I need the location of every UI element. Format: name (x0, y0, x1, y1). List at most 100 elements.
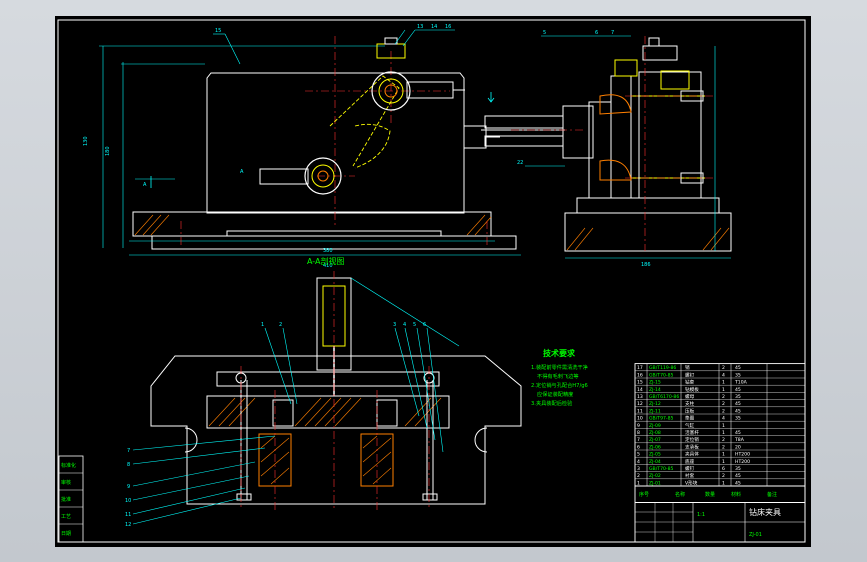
bom-cell-qty: 2 (722, 401, 725, 407)
bom-cell-qty: 2 (722, 437, 725, 443)
bom-cell-name: 底座 (685, 458, 695, 465)
bom-cell-code: ZJ-07 (649, 437, 661, 443)
bom-cell-qty: 2 (722, 408, 725, 414)
tech-req-line: 2.定位销与孔配合H7/g6 (531, 381, 588, 389)
bom-cell-no: 7 (637, 437, 640, 443)
tech-req-title: 技术要求 (543, 348, 576, 358)
bom-cell-name: 气缸 (685, 422, 695, 429)
bom-cell-code: GB/T97-85 (649, 416, 673, 422)
bom-cell-no: 5 (637, 452, 640, 458)
bom-cell-material: 45 (735, 408, 741, 414)
bom-cell-code: ZJ-05 (649, 452, 661, 458)
bom-cell-name: 支柱 (685, 400, 695, 407)
svg-text:380: 380 (323, 248, 333, 254)
bom-cell-code: ZJ-04 (649, 459, 661, 465)
bom-cell-code: GB/T6170-86 (649, 394, 679, 400)
bom-cell-no: 4 (637, 459, 640, 465)
left-block-label: 标准化 (61, 462, 76, 469)
svg-text:5: 5 (543, 30, 546, 36)
callout-label: 6 (423, 322, 426, 328)
side-view: 186 5 6 7 22 (481, 30, 732, 268)
callout-label: 7 (127, 448, 130, 454)
bom-cell-name: 销 (685, 364, 690, 371)
bom-cell-code: ZJ-11 (649, 408, 661, 414)
bom-cell-code: ZJ-02 (649, 473, 661, 479)
cad-viewport: 15 13 14 16 130 180 380 410 AA 186 5 6 7… (0, 0, 867, 562)
bom-cell-qty: 1 (722, 459, 725, 465)
left-revision-block: 标准化 审核 批准 工艺 日期 (58, 455, 84, 543)
left-block-label: 审核 (61, 479, 71, 486)
bom-cell-no: 13 (637, 394, 643, 400)
callout-label: 9 (127, 484, 130, 490)
bom-cell-material: HT200 (735, 452, 750, 458)
bom-cell-qty: 1 (722, 430, 725, 436)
bom-cell-code: ZJ-06 (649, 444, 661, 450)
bom-cell-qty: 4 (722, 416, 725, 422)
bom-cell-qty: 1 (722, 387, 725, 393)
bom-cell-name: 垫圈 (685, 415, 695, 422)
callout-label: 10 (125, 498, 131, 504)
tech-req-line: 应保证装配精度 (537, 390, 573, 398)
technical-requirements: 技术要求 1.装配前零件需清洗干净 不得有毛刺飞边等 2.定位销与孔配合H7/g… (531, 348, 588, 407)
bom-header-remark: 备注 (767, 491, 777, 498)
bom-cell-name: 螺母 (685, 393, 695, 400)
bom-cell-code: ZJ-09 (649, 423, 661, 429)
bom-cell-material: HT200 (735, 459, 750, 465)
callout-label: 1 (261, 322, 264, 328)
svg-text:16: 16 (445, 24, 451, 30)
bom-cell-code: GB/T70-85 (649, 372, 673, 378)
left-block-label: 日期 (61, 531, 71, 537)
callout-label: 5 (413, 322, 416, 328)
bom-cell-code: GB/T119-86 (649, 365, 676, 371)
callout-label: 8 (127, 462, 130, 468)
bom-cell-qty: 2 (722, 444, 725, 450)
callout-label: 2 (279, 322, 282, 328)
svg-text:7: 7 (611, 30, 614, 36)
left-block-label: 工艺 (61, 514, 71, 520)
bom-cell-material: 45 (735, 430, 741, 436)
bom-cell-material: T10A (734, 380, 748, 386)
bom-cell-name: 钻套 (685, 379, 695, 386)
bom-cell-code: GB/T70-85 (649, 466, 673, 472)
bom-cell-no: 2 (637, 473, 640, 479)
bom-cell-code: ZJ-08 (649, 430, 661, 436)
bom-header-qty: 数量 (705, 491, 715, 498)
tech-req-line: 不得有毛刺飞边等 (537, 372, 579, 380)
bom-cell-qty: 2 (722, 365, 725, 371)
bom-cell-name: 定位销 (685, 436, 699, 443)
bom-cell-name: 夹具体 (685, 451, 699, 458)
bom-cell-qty: 2 (722, 473, 725, 479)
svg-text:22: 22 (517, 160, 523, 166)
svg-text:A: A (240, 169, 244, 175)
bom-cell-code: ZJ-15 (649, 380, 661, 386)
bom-cell-no: 16 (637, 372, 643, 378)
bom-cell-name: 螺钉 (685, 371, 695, 378)
svg-text:130: 130 (83, 136, 89, 146)
title-block: 序号 名称 数量 材料 备注 1:1 ZJ-01 钻床夹具 (634, 485, 806, 543)
bom-cell-material: T8A (734, 437, 745, 443)
callout-label: 11 (125, 512, 131, 518)
bom-cell-no: 9 (637, 423, 640, 429)
svg-text:13: 13 (417, 24, 423, 30)
bill-of-materials: 17 GB/T119-86 销 2 4516 GB/T70-85 螺钉 4 3515 ZJ-15 钻… (634, 363, 806, 487)
part-name: 钻床夹具 (749, 507, 781, 517)
svg-text:6: 6 (595, 30, 598, 36)
bom-cell-no: 15 (637, 380, 643, 386)
bom-cell-name: 压板 (685, 407, 695, 414)
bom-cell-no: 11 (637, 408, 643, 414)
bom-cell-name: 螺钉 (685, 465, 695, 472)
bom-cell-no: 3 (637, 466, 640, 472)
bom-cell-no: 10 (637, 416, 643, 422)
bom-cell-code: ZJ-12 (649, 401, 661, 407)
svg-text:15: 15 (215, 28, 221, 34)
bom-cell-no: 14 (637, 387, 643, 393)
callout-label: 12 (125, 522, 131, 528)
bom-cell-qty: 6 (722, 466, 725, 472)
front-view: 1513 14 16 130 180 380410 AA (83, 24, 521, 269)
bom-cell-code: ZJ-14 (649, 387, 661, 393)
bom-cell-qty: 1 (722, 380, 725, 386)
bom-cell-material: 35 (735, 372, 741, 378)
bom-cell-material: 45 (735, 473, 741, 479)
bom-cell-qty: 4 (722, 372, 725, 378)
svg-text:180: 180 (105, 146, 111, 156)
